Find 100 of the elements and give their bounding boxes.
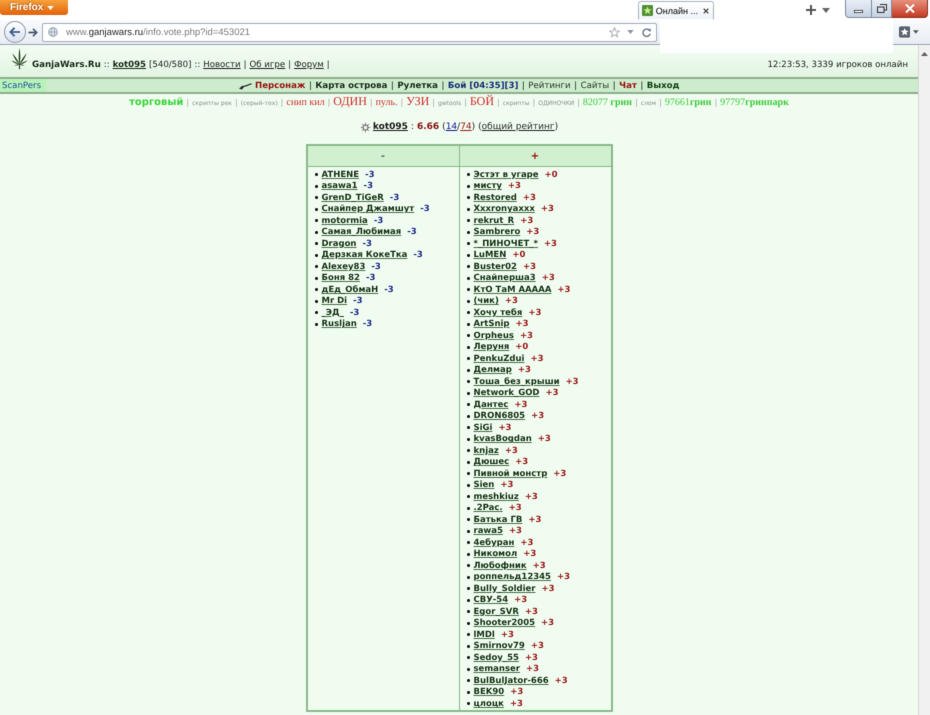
- nav-link[interactable]: Чат: [619, 80, 637, 90]
- plus-icon[interactable]: [806, 5, 816, 15]
- separator: |: [464, 98, 467, 107]
- nav-link[interactable]: Персонаж: [255, 80, 306, 90]
- player-link[interactable]: Любофник: [474, 560, 527, 571]
- player-link[interactable]: lMDl: [474, 630, 495, 640]
- player-link[interactable]: Bully_Soldier: [474, 584, 536, 594]
- separator: ::: [194, 60, 200, 70]
- player-link[interactable]: 4ебуран: [474, 538, 514, 548]
- player-link[interactable]: роппельд12345: [474, 572, 551, 582]
- player-link[interactable]: BEK90: [474, 687, 504, 698]
- username-link[interactable]: kot095: [372, 122, 408, 132]
- player-link[interactable]: Shooter2005: [474, 618, 536, 628]
- header-link[interactable]: Новости: [203, 60, 241, 70]
- player-link[interactable]: Дерзкая КокеТка: [322, 250, 408, 260]
- caret-icon[interactable]: [627, 30, 634, 34]
- player-link[interactable]: Alexey83: [322, 262, 366, 272]
- back-button[interactable]: [4, 21, 26, 43]
- player-link[interactable]: дЕд_ОбмаН: [322, 284, 378, 295]
- player-link[interactable]: Леруня: [474, 342, 510, 352]
- nav-link[interactable]: Сайты: [580, 80, 610, 90]
- tool-link[interactable]: БОЙ: [470, 94, 494, 109]
- player-link[interactable]: Mr Di: [322, 296, 348, 306]
- rating-link[interactable]: общий рейтинг: [482, 122, 555, 132]
- nav-link[interactable]: Карта острова: [315, 80, 388, 90]
- player-link[interactable]: ArtSnip: [474, 319, 510, 330]
- nav-link[interactable]: Выход: [646, 80, 680, 90]
- player-link[interactable]: Дюшес: [474, 457, 510, 468]
- player-link[interactable]: SiGi: [474, 422, 492, 433]
- minimize-button[interactable]: [845, 0, 872, 18]
- scrollbar[interactable]: [918, 45, 930, 715]
- player-link[interactable]: Пивной монстр: [474, 468, 548, 479]
- player-link[interactable]: meshkiuz: [474, 492, 519, 502]
- player-link[interactable]: GrenD_TiGeR: [322, 192, 384, 203]
- player-link[interactable]: Дантес: [474, 400, 508, 410]
- player-link[interactable]: .2Pac.: [474, 503, 503, 514]
- nav-link[interactable]: Бой [04:35][3]: [448, 80, 518, 90]
- player-link[interactable]: Хочу тебя: [474, 308, 522, 318]
- player-link[interactable]: kvasBogdan: [474, 434, 532, 444]
- player-link[interactable]: DRON6805: [474, 411, 526, 422]
- player-link[interactable]: Buster02: [474, 262, 517, 272]
- player-link[interactable]: Тоша_без_крыши: [474, 376, 560, 387]
- player-link[interactable]: semanser: [474, 664, 520, 674]
- arrow-up-icon[interactable]: [921, 52, 928, 56]
- scan-button[interactable]: ScanPers: [0, 79, 46, 92]
- player-link[interactable]: СВУ-54: [474, 595, 508, 606]
- header-link[interactable]: Об игре: [250, 60, 286, 70]
- player-link[interactable]: Smirnov79: [474, 641, 525, 652]
- player-link[interactable]: Sien: [474, 480, 494, 490]
- player-link[interactable]: Снайпер Джамшут: [322, 204, 414, 214]
- player-link[interactable]: Dragon: [322, 238, 356, 249]
- player-link[interactable]: _ЭД_: [322, 308, 344, 318]
- player-link[interactable]: Orpheus: [474, 330, 514, 341]
- player-link[interactable]: Эстэт в угаре: [474, 170, 539, 180]
- reload-icon[interactable]: [641, 26, 652, 38]
- player-link[interactable]: Самая_Любимая: [322, 227, 402, 238]
- browser-tab[interactable]: Онлайн ...: [638, 1, 714, 20]
- player-link[interactable]: Sambrero: [474, 227, 520, 238]
- player-link[interactable]: LuMEN: [474, 250, 506, 260]
- nav-link[interactable]: Рулетка: [397, 80, 438, 90]
- player-link[interactable]: Rusljan: [322, 319, 357, 330]
- player-link[interactable]: цлоцк: [474, 698, 504, 709]
- username-link[interactable]: kot095: [112, 60, 146, 70]
- player-link[interactable]: (чик): [474, 296, 499, 306]
- maximize-button[interactable]: [872, 0, 892, 18]
- player-link[interactable]: Никомол: [474, 549, 518, 560]
- tool-link[interactable]: УЗИ: [406, 94, 430, 109]
- player-link[interactable]: BulBulJator-666: [474, 676, 549, 686]
- player-link[interactable]: Egor_SVR: [474, 606, 519, 617]
- player-link[interactable]: мисту: [474, 181, 502, 192]
- header-link[interactable]: Форум: [294, 60, 324, 70]
- rating-link[interactable]: 14: [446, 122, 458, 132]
- player-link[interactable]: rawa5: [474, 526, 503, 536]
- player-link[interactable]: motormia: [322, 216, 368, 226]
- close-icon[interactable]: [703, 8, 709, 14]
- player-link[interactable]: knjaz: [474, 446, 499, 456]
- player-link[interactable]: ATHENE: [322, 170, 360, 180]
- player-link[interactable]: PenkuZdui: [474, 354, 524, 364]
- player-link[interactable]: Делмар: [474, 365, 512, 376]
- player-link[interactable]: Network_GOD: [474, 388, 540, 398]
- player-link[interactable]: Батька ГВ: [474, 514, 522, 525]
- player-link[interactable]: rekrut_R: [474, 216, 514, 226]
- tool-link[interactable]: ОДИН: [333, 94, 367, 109]
- player-link[interactable]: Снайперша3: [474, 273, 536, 284]
- player-link[interactable]: Боня 82: [322, 273, 360, 284]
- close-window-button[interactable]: [892, 0, 928, 18]
- player-link[interactable]: asawa1: [322, 181, 358, 192]
- player-link[interactable]: Restored: [474, 192, 517, 203]
- tool-link[interactable]: пуль.: [376, 97, 398, 108]
- nav-link[interactable]: Рейтинги: [528, 80, 571, 90]
- tool-link[interactable]: снип кил: [286, 97, 325, 108]
- rating-link[interactable]: 74: [460, 122, 472, 132]
- player-link[interactable]: *_ПИНОЧЕТ_*: [474, 238, 538, 249]
- address-field[interactable]: www.ganjawars.ru/info.vote.php?id=453021: [42, 22, 657, 42]
- player-link[interactable]: Sedoy_55: [474, 652, 519, 663]
- player-link[interactable]: КтО ТаМ ААААА: [474, 284, 552, 295]
- star-icon[interactable]: [609, 26, 620, 38]
- caret-icon[interactable]: [822, 8, 830, 13]
- separator: |: [659, 98, 662, 107]
- player-link[interactable]: Xxxronyaxxx: [474, 204, 535, 214]
